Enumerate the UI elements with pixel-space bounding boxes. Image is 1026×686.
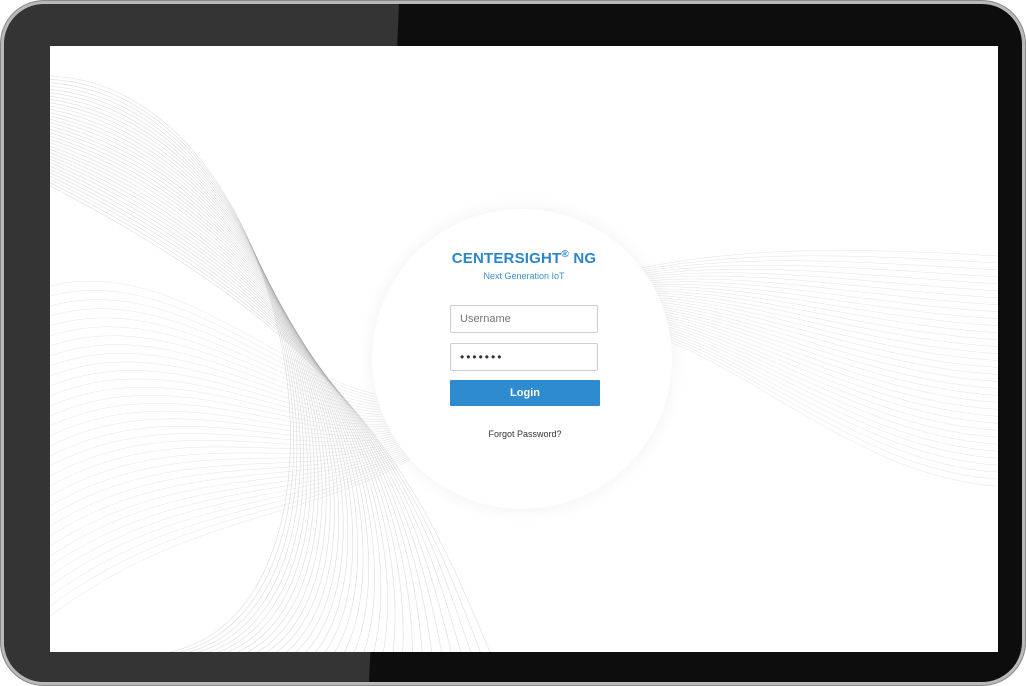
- forgot-password-link[interactable]: Forgot Password?: [450, 429, 600, 439]
- registered-mark: ®: [561, 249, 569, 260]
- wave-line: [50, 145, 382, 652]
- login-screen: CENTERSIGHT® NG Next Generation IoT ••••…: [50, 46, 998, 652]
- brand-name: CENTERSIGHT: [451, 250, 562, 267]
- brand-suffix: NG: [573, 250, 597, 267]
- wave-line: [50, 149, 388, 652]
- tablet-frame: CENTERSIGHT® NG Next Generation IoT ••••…: [4, 4, 1022, 682]
- username-input[interactable]: [450, 305, 598, 333]
- wave-line: [50, 82, 298, 652]
- brand-tagline: Next Generation IoT: [483, 271, 565, 281]
- login-button[interactable]: Login: [450, 380, 600, 406]
- wave-line: [50, 155, 404, 652]
- wave-line: [50, 105, 323, 652]
- brand-logo: CENTERSIGHT® NG: [50, 249, 998, 267]
- password-input[interactable]: •••••••: [450, 343, 598, 371]
- wave-line: [50, 75, 291, 652]
- wave-line: [50, 125, 349, 652]
- wave-line: [50, 95, 312, 652]
- wave-line: [50, 135, 364, 652]
